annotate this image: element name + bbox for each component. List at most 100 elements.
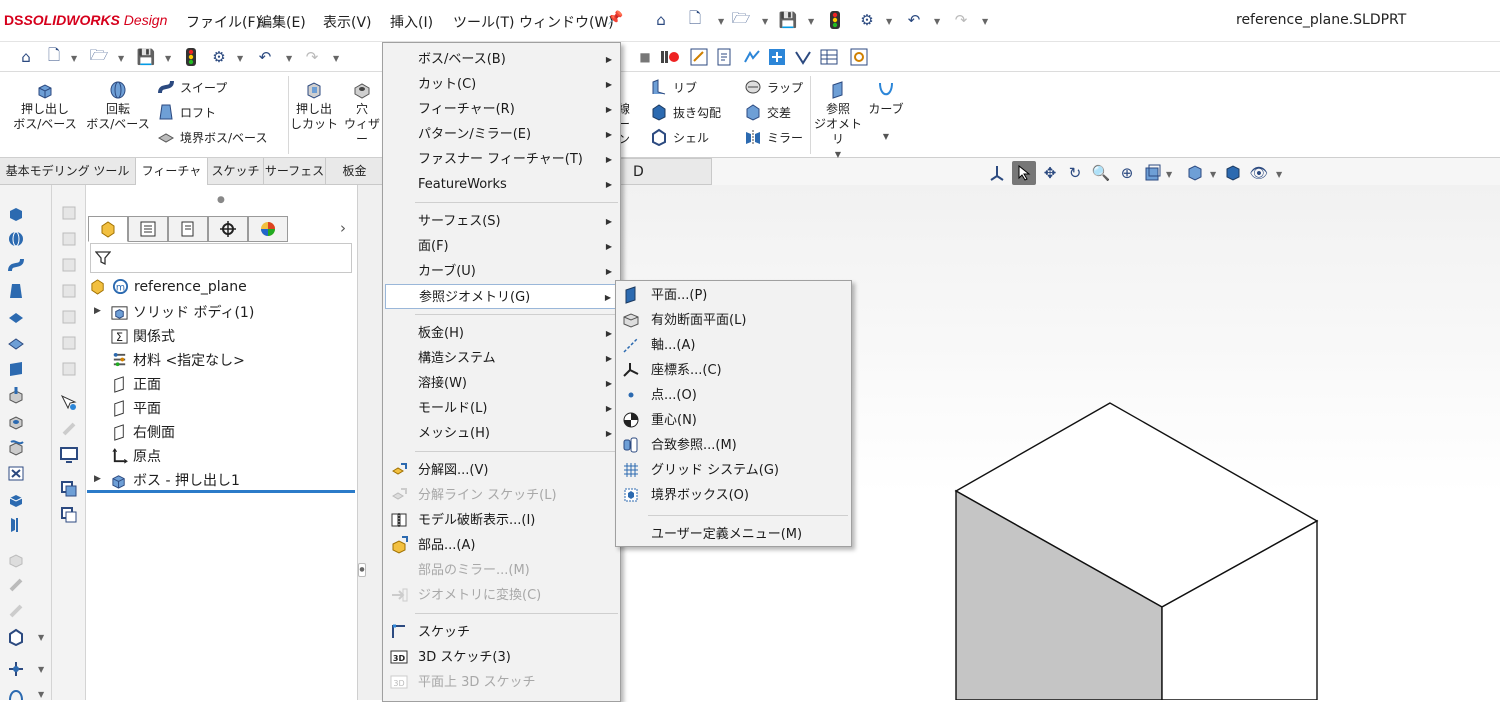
grey-feature-icon[interactable] xyxy=(60,282,78,300)
extrude-cut-icon[interactable] xyxy=(7,386,25,404)
rollback-bar[interactable] xyxy=(87,490,355,493)
chevron-right-icon[interactable]: › xyxy=(340,219,346,237)
grey-feature-icon[interactable] xyxy=(60,360,78,378)
extrude-boss-button[interactable]: 押し出し ボス/ベース xyxy=(10,80,80,132)
zoom-sheet-icon[interactable] xyxy=(850,48,868,66)
menu-edit[interactable]: 編集(E) xyxy=(258,12,306,32)
section-view-icon[interactable] xyxy=(1144,164,1162,182)
tree-item-top-plane[interactable]: 平面 xyxy=(111,398,161,418)
chevron-down-icon[interactable]: ▼ xyxy=(718,17,724,26)
insert-menu-item-surface[interactable]: サーフェス(S) ▶ xyxy=(383,209,620,234)
insert-menu-item-exploded-view[interactable]: 分解図...(V) xyxy=(383,458,620,483)
tab-surfaces[interactable]: サーフェス xyxy=(264,158,326,185)
open-folder-icon[interactable]: 🗁 xyxy=(732,9,751,29)
insert-menu-item-explode-line-sketch[interactable]: 分解ライン スケッチ(L) xyxy=(383,483,620,508)
insert-menu-item-cut[interactable]: カット(C) ▶ xyxy=(383,72,620,97)
tab-dimension[interactable]: D Dimension xyxy=(620,158,712,207)
menu-tools[interactable]: ツール(T) xyxy=(453,12,514,32)
mirror-button[interactable]: ミラー xyxy=(744,128,803,146)
ref-geometry-item-coordinate-system[interactable]: 座標系...(C) xyxy=(616,358,851,383)
home-icon[interactable]: ⌂ xyxy=(652,11,670,29)
grip-dot[interactable]: ● xyxy=(217,195,225,205)
new-document-icon[interactable]: 🗋 xyxy=(686,9,704,29)
tab-display-manager[interactable] xyxy=(248,216,288,242)
revolve-boss-button[interactable]: 回転 ボス/ベース xyxy=(84,80,152,132)
chevron-down-icon[interactable]: ▼ xyxy=(38,633,44,642)
chevron-down-icon[interactable]: ▼ xyxy=(886,17,892,26)
redo-icon[interactable]: ↷ xyxy=(303,48,321,66)
tree-item-equations[interactable]: Σ 関係式 xyxy=(111,326,175,346)
tree-item-front-plane[interactable]: 正面 xyxy=(111,374,161,394)
insert-menu-item-mirror-part[interactable]: 部品のミラー...(M) xyxy=(383,558,620,583)
insert-menu-item-convert-to-geometry[interactable]: ジオメトリに変換(C) xyxy=(383,583,620,608)
insert-menu-item-featureworks[interactable]: FeatureWorks ▶ xyxy=(383,172,620,197)
tree-item-solid-bodies[interactable]: ソリッド ボディ(1) xyxy=(111,302,254,322)
tree-item-right-plane[interactable]: 右側面 xyxy=(111,422,175,442)
new-macro-icon[interactable] xyxy=(715,48,733,66)
zoom-icon[interactable]: 🔍 xyxy=(1092,164,1111,182)
ref-geometry-item-mate-reference[interactable]: 合致参照...(M) xyxy=(616,433,851,458)
collapse-handle-icon[interactable]: ● xyxy=(358,563,366,577)
tab-features[interactable]: フィーチャー xyxy=(136,158,208,205)
undo-icon[interactable]: ↶ xyxy=(256,48,274,66)
ref-geometry-item-center-of-mass[interactable]: 重心(N) xyxy=(616,408,851,433)
rebuild-traffic-light-icon[interactable] xyxy=(826,11,844,29)
rotate-icon[interactable]: ↻ xyxy=(1066,164,1084,182)
insert-menu-item-reference-geometry[interactable]: 参照ジオメトリ(G) ▶ xyxy=(385,284,620,309)
eye-icon[interactable]: 👁 xyxy=(1249,164,1268,182)
loft-button[interactable]: ロフト xyxy=(157,103,216,121)
insert-menu-item-curve[interactable]: カーブ(U) ▶ xyxy=(383,259,620,284)
gear-icon[interactable]: ⚙ xyxy=(210,48,228,66)
ref-geometry-item-axis[interactable]: 軸...(A) xyxy=(616,333,851,358)
tab-sheet-metal[interactable]: 板金 xyxy=(326,158,383,185)
instant3d-icon[interactable] xyxy=(60,394,78,412)
ref-geometry-item-grid-system[interactable]: グリッド システム(G) xyxy=(616,458,851,483)
pan-icon[interactable]: ✥ xyxy=(1041,164,1059,182)
chevron-down-icon[interactable]: ▼ xyxy=(808,17,814,26)
insert-menu-item-boss-base[interactable]: ボス/ベース(B) ▶ xyxy=(383,47,620,72)
tree-item-origin[interactable]: 原点 xyxy=(111,446,161,466)
measure-icon[interactable] xyxy=(794,48,812,66)
tab-basic-modeling[interactable]: 基本モデリング ツール xyxy=(0,158,136,185)
sweep-button[interactable]: スイープ xyxy=(157,78,227,96)
rebuild-traffic-light-icon[interactable] xyxy=(182,48,200,66)
insert-menu-item-sheet-metal[interactable]: 板金(H) ▶ xyxy=(383,321,620,346)
add-in-icon[interactable] xyxy=(768,48,786,66)
expand-arrow-icon[interactable]: ▶ xyxy=(94,306,101,316)
lofted-cut-icon[interactable] xyxy=(7,464,25,482)
ref-geometry-item-bounding-box[interactable]: 境界ボックス(O) xyxy=(616,483,851,508)
tree-filter-input[interactable] xyxy=(90,243,352,273)
insert-menu-item-3d-sketch[interactable]: 3D スケッチ(3) 3D xyxy=(383,645,620,670)
chevron-down-icon[interactable]: ▼ xyxy=(1210,170,1216,179)
revolve-boss-icon[interactable] xyxy=(7,230,25,248)
menu-view[interactable]: 表示(V) xyxy=(323,12,372,32)
redo-icon[interactable]: ↷ xyxy=(952,11,970,29)
new-document-icon[interactable]: 🗋 xyxy=(45,46,63,66)
tree-root-part[interactable]: m reference_plane xyxy=(90,278,247,295)
ref-geometry-item-plane[interactable]: 平面...(P) xyxy=(616,283,851,308)
boundary-cut-icon[interactable] xyxy=(7,490,25,508)
insert-menu-item-structure-system[interactable]: 構造システム ▶ xyxy=(383,346,620,371)
reference-geometry-button[interactable]: 参照 ジオメトリ ▼ xyxy=(812,80,864,162)
ref-geometry-item-customize-menu[interactable]: ユーザー定義メニュー(M) xyxy=(616,522,851,547)
insert-menu-item-features[interactable]: フィーチャー(R) ▶ xyxy=(383,97,620,122)
menu-insert[interactable]: 挿入(I) xyxy=(390,12,433,32)
expand-arrow-icon[interactable]: ▶ xyxy=(94,474,101,484)
display-style-icon[interactable] xyxy=(1186,164,1204,182)
intersect-button[interactable]: 交差 xyxy=(744,103,791,121)
insert-menu-item-3d-sketch-on-plane[interactable]: 平面上 3D スケッチ 3D xyxy=(383,670,620,695)
chevron-down-icon[interactable]: ▼ xyxy=(1276,170,1282,179)
record-icon[interactable] xyxy=(661,48,679,66)
boundary-boss-button[interactable]: 境界ボス/ベース xyxy=(157,128,267,146)
move-body-icon[interactable] xyxy=(60,506,78,524)
ref-geometry-item-point[interactable]: 点...(O) xyxy=(616,383,851,408)
grey-feature-icon[interactable] xyxy=(60,420,78,438)
chevron-down-icon[interactable]: ▼ xyxy=(762,17,768,26)
grey-feature-icon[interactable] xyxy=(60,256,78,274)
grey-feature-icon[interactable] xyxy=(60,230,78,248)
insert-menu-item-sketch[interactable]: スケッチ xyxy=(383,620,620,645)
customize-icon[interactable] xyxy=(743,48,761,66)
copy-body-icon[interactable] xyxy=(60,480,78,498)
undo-icon[interactable]: ↶ xyxy=(905,11,923,29)
thicken-icon[interactable] xyxy=(7,334,25,352)
